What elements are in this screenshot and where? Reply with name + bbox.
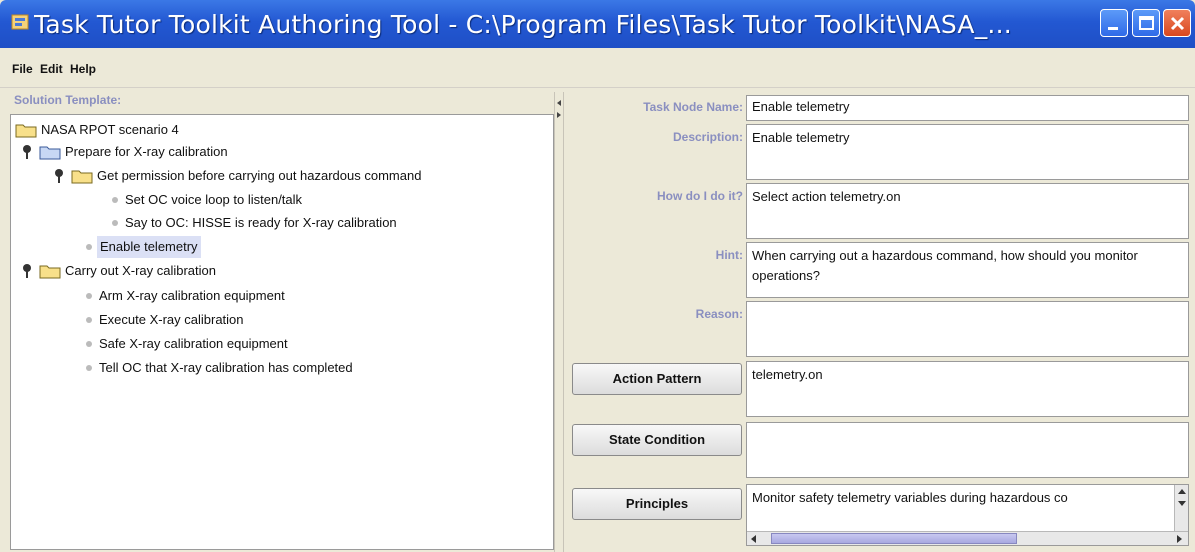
state-condition-field[interactable] <box>746 422 1189 478</box>
tree-node-voice-loop[interactable]: Set OC voice loop to listen/talk <box>111 189 411 211</box>
principles-horizontal-scrollbar[interactable] <box>747 531 1188 545</box>
tree-node-tell-oc[interactable]: Tell OC that X-ray calibration has compl… <box>85 357 485 379</box>
leaf-bullet-icon <box>86 341 92 347</box>
tree-node-enable-telemetry[interactable]: Enable telemetry <box>85 236 285 258</box>
solution-template-label: Solution Template: <box>14 93 122 107</box>
solution-tree[interactable]: NASA RPOT scenario 4 Prepare for X-ray c… <box>10 114 554 550</box>
tree-node-execute[interactable]: Execute X-ray calibration <box>85 309 405 331</box>
leaf-bullet-icon <box>86 293 92 299</box>
leaf-bullet-icon <box>86 317 92 323</box>
tree-node-prepare[interactable]: Prepare for X-ray calibration <box>21 141 341 163</box>
tree-node-label: Execute X-ray calibration <box>99 312 244 327</box>
expand-handle-icon[interactable] <box>53 168 65 184</box>
maximize-icon <box>1139 16 1154 30</box>
reason-label: Reason: <box>695 307 743 321</box>
leaf-bullet-icon <box>86 365 92 371</box>
expand-handle-icon[interactable] <box>21 263 33 279</box>
principles-text: Monitor safety telemetry variables durin… <box>752 490 1068 505</box>
tree-node-label: Arm X-ray calibration equipment <box>99 288 285 303</box>
action-pattern-button[interactable]: Action Pattern <box>572 363 742 395</box>
scroll-left-icon[interactable] <box>749 534 759 544</box>
tree-node-label: Say to OC: HISSE is ready for X-ray cali… <box>125 215 397 230</box>
reason-field[interactable] <box>746 301 1189 357</box>
scroll-arrows-icon <box>1178 489 1186 506</box>
tree-node-carry-out[interactable]: Carry out X-ray calibration <box>21 260 321 282</box>
tree-node-root[interactable]: NASA RPOT scenario 4 <box>15 119 315 141</box>
collapse-left-arrow-icon[interactable] <box>556 100 562 106</box>
scroll-right-icon[interactable] <box>1174 534 1184 544</box>
menu-help[interactable]: Help <box>70 62 96 76</box>
tree-node-label: Safe X-ray calibration equipment <box>99 336 288 351</box>
title-bar[interactable]: Task Tutor Toolkit Authoring Tool - C:\P… <box>0 0 1195 48</box>
hint-label: Hint: <box>715 248 743 262</box>
tree-node-say-oc[interactable]: Say to OC: HISSE is ready for X-ray cali… <box>111 212 491 234</box>
close-button[interactable] <box>1163 9 1191 37</box>
tree-node-label: Tell OC that X-ray calibration has compl… <box>99 360 353 375</box>
minimize-icon <box>1108 27 1118 30</box>
description-field[interactable]: Enable telemetry <box>746 124 1189 180</box>
how-field[interactable]: Select action telemetry.on <box>746 183 1189 239</box>
minimize-button[interactable] <box>1100 9 1128 37</box>
expand-handle-icon[interactable] <box>21 144 33 160</box>
app-window: Task Tutor Toolkit Authoring Tool - C:\P… <box>0 0 1195 552</box>
tree-node-label: Prepare for X-ray calibration <box>65 144 228 159</box>
horizontal-scroll-thumb[interactable] <box>771 533 1017 544</box>
maximize-button[interactable] <box>1132 9 1160 37</box>
folder-icon <box>39 265 61 279</box>
leaf-bullet-icon <box>112 220 118 226</box>
collapse-right-arrow-icon[interactable] <box>556 112 562 118</box>
state-condition-button[interactable]: State Condition <box>572 424 742 456</box>
folder-blue-icon <box>39 146 61 160</box>
tree-node-arm[interactable]: Arm X-ray calibration equipment <box>85 285 405 307</box>
tree-node-label: Get permission before carrying out hazar… <box>97 168 422 183</box>
action-pattern-field[interactable]: telemetry.on <box>746 361 1189 417</box>
menu-bar: File Edit Help <box>0 48 1195 88</box>
menu-edit[interactable]: Edit <box>40 62 63 76</box>
how-label: How do I do it? <box>657 189 743 203</box>
app-icon <box>11 14 29 30</box>
task-node-name-field[interactable]: Enable telemetry <box>746 95 1189 121</box>
close-icon <box>1170 16 1185 31</box>
tree-node-label: NASA RPOT scenario 4 <box>41 122 179 137</box>
window-title: Task Tutor Toolkit Authoring Tool - C:\P… <box>34 10 1012 39</box>
tree-node-permission[interactable]: Get permission before carrying out hazar… <box>53 165 473 187</box>
tree-node-label-selected: Enable telemetry <box>97 236 201 258</box>
task-node-name-label: Task Node Name: <box>643 100 743 114</box>
folder-icon <box>15 124 37 138</box>
pane-splitter[interactable] <box>554 92 564 552</box>
principles-vertical-scrollbar[interactable] <box>1174 485 1188 531</box>
principles-button[interactable]: Principles <box>572 488 742 520</box>
tree-node-label: Set OC voice loop to listen/talk <box>125 192 303 207</box>
tree-node-safe[interactable]: Safe X-ray calibration equipment <box>85 333 405 355</box>
leaf-bullet-icon <box>86 244 92 250</box>
tree-node-label: Carry out X-ray calibration <box>65 263 216 278</box>
description-label: Description: <box>672 130 743 144</box>
folder-icon <box>71 170 93 184</box>
leaf-bullet-icon <box>112 197 118 203</box>
hint-field[interactable]: When carrying out a hazardous command, h… <box>746 242 1189 298</box>
menu-file[interactable]: File <box>12 62 33 76</box>
